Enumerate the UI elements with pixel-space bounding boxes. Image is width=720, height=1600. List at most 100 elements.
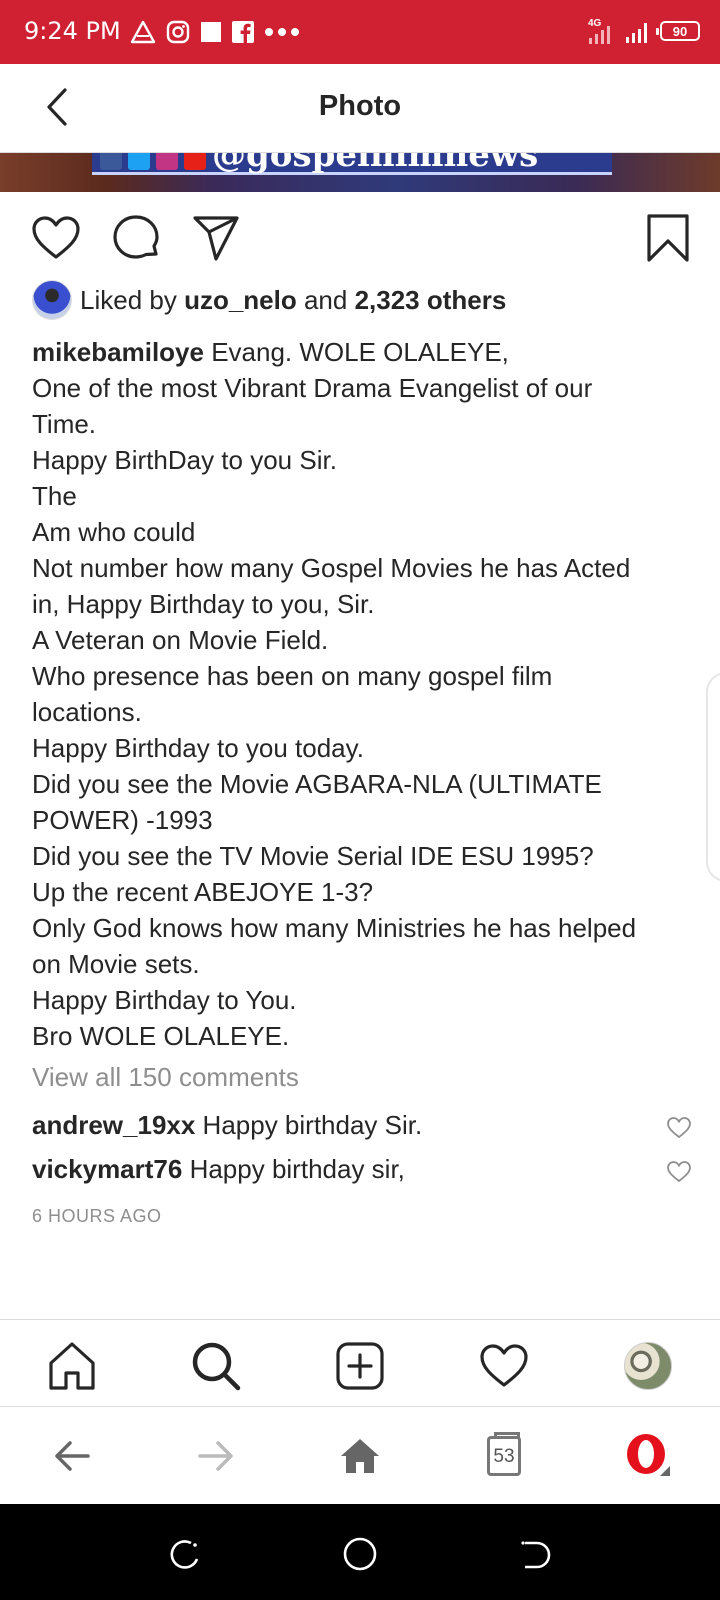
caption-text: Evang. WOLE OLALEYE, — [203, 337, 509, 367]
warning-icon — [130, 20, 156, 44]
post-caption: mikebamiloye Evang. WOLE OLALEYE, One of… — [32, 334, 692, 1054]
app-header: Photo — [0, 64, 720, 153]
browser-tabs-button[interactable]: 53 — [480, 1432, 528, 1480]
notification-icons — [130, 16, 300, 48]
home-circle-icon — [343, 1537, 377, 1571]
comment-text: Happy birthday Sir. — [195, 1110, 423, 1140]
home-nav-button[interactable] — [340, 1534, 380, 1574]
caption-line: Only God knows how many Ministries he ha… — [32, 913, 637, 943]
caption-first-line: mikebamiloye Evang. WOLE OLALEYE, — [32, 334, 692, 370]
caption-line: Did you see the TV Movie Serial IDE ESU … — [32, 841, 594, 871]
post-action-bar — [0, 210, 720, 270]
comment-button[interactable] — [108, 210, 164, 266]
caption-line: Happy Birthday to you today. — [32, 733, 364, 763]
caption-line: Not number how many Gospel Movies he has… — [32, 553, 631, 583]
tab-activity[interactable] — [476, 1338, 532, 1394]
post-timestamp: 6 HOURS AGO — [32, 1206, 162, 1226]
caption-line: Did you see the Movie AGBARA-NLA (ULTIMA… — [32, 769, 602, 799]
caption-line: on Movie sets. — [32, 949, 200, 979]
svg-text:4G: 4G — [588, 18, 602, 29]
status-bar: 9:24 PM 4G 90 — [0, 0, 720, 64]
comment-username[interactable]: andrew_19xx — [32, 1110, 195, 1140]
home-filled-icon — [341, 1439, 379, 1473]
tab-new-post[interactable] — [332, 1338, 388, 1394]
tab-search[interactable] — [188, 1338, 244, 1394]
browser-home-button[interactable] — [336, 1432, 384, 1480]
browser-back-button[interactable] — [48, 1432, 96, 1480]
heart-outline-icon — [667, 1117, 691, 1139]
likes-prefix: Liked by — [80, 284, 185, 315]
view-all-comments-link[interactable]: View all 150 comments — [32, 1062, 299, 1093]
back-nav-button[interactable] — [514, 1534, 554, 1574]
tab-home[interactable] — [44, 1338, 100, 1394]
comment-icon — [113, 215, 159, 259]
page-title: Photo — [318, 90, 402, 122]
comment-like-button[interactable] — [666, 1157, 692, 1183]
signal-bars-icon — [624, 17, 652, 45]
likes-middle: and — [296, 284, 355, 315]
caption-line: in, Happy Birthday to you, Sir. — [32, 589, 375, 619]
save-button[interactable] — [640, 210, 696, 266]
facebook-logo-icon — [100, 153, 122, 170]
caption-line: locations. — [32, 697, 142, 727]
bookmark-icon — [647, 214, 689, 262]
edge-panel-handle[interactable] — [706, 672, 720, 882]
bottom-tab-bar — [0, 1319, 720, 1407]
browser-toolbar: 53 — [0, 1408, 720, 1504]
share-button[interactable] — [188, 210, 244, 266]
post-photo[interactable]: @gospelfilmnews — [0, 153, 720, 192]
activity-heart-icon — [480, 1344, 528, 1387]
opera-menu-button[interactable] — [624, 1432, 672, 1480]
caption-line: Time. — [32, 409, 97, 439]
facebook-icon — [232, 21, 254, 43]
likes-count[interactable]: 2,323 others — [355, 285, 507, 315]
caption-line: Am who could — [32, 517, 196, 547]
photo-banner-text: @gospelfilmnews — [212, 153, 539, 175]
caption-line: One of the most Vibrant Drama Evangelist… — [32, 373, 593, 403]
photo-watermark-banner: @gospelfilmnews — [92, 153, 612, 175]
tab-count-badge: 53 — [487, 1432, 521, 1476]
browser-forward-button[interactable] — [192, 1432, 240, 1480]
comment-like-button[interactable] — [666, 1113, 692, 1139]
system-nav-bar — [0, 1504, 720, 1600]
battery-level: 90 — [672, 23, 688, 39]
signal-4g-icon: 4G — [586, 16, 616, 46]
caption-line: POWER) -1993 — [32, 805, 213, 835]
back-nav-icon — [521, 1541, 551, 1569]
tab-profile[interactable] — [620, 1338, 676, 1394]
system-status-icons: 4G 90 — [586, 14, 700, 48]
comment-username[interactable]: vickymart76 — [32, 1154, 182, 1184]
instagram-logo-icon — [156, 153, 178, 170]
instagram-icon — [166, 20, 190, 44]
recent-apps-button[interactable] — [166, 1534, 206, 1574]
twitter-logo-icon — [128, 153, 150, 170]
profile-avatar — [624, 1342, 672, 1390]
caption-line: Who presence has been on many gospel fil… — [32, 661, 553, 691]
caption-line: Bro WOLE OLALEYE. — [32, 1021, 290, 1051]
likes-text: Liked by uzo_nelo and 2,323 others — [80, 285, 506, 316]
new-post-icon — [336, 1342, 384, 1390]
search-icon — [192, 1342, 241, 1391]
home-icon — [49, 1342, 95, 1390]
caption-line: Up the recent ABEJOYE 1-3? — [32, 877, 374, 907]
status-time: 9:24 PM — [24, 17, 121, 45]
caption-username[interactable]: mikebamiloye — [32, 337, 204, 367]
liker-username[interactable]: uzo_nelo — [184, 285, 297, 315]
square-app-icon — [200, 21, 222, 43]
comment-row[interactable]: vickymart76 Happy birthday sir, — [32, 1151, 692, 1187]
likes-row[interactable]: Liked by uzo_nelo and 2,323 others — [32, 278, 506, 322]
arrow-left-icon — [55, 1441, 90, 1471]
caption-line: The — [32, 481, 77, 511]
caption-line: Happy Birthday to You. — [32, 985, 297, 1015]
more-notifications-icon — [264, 27, 300, 37]
heart-icon — [32, 216, 80, 259]
caption-line: Happy BirthDay to you Sir. — [32, 445, 337, 475]
opera-logo-icon — [627, 1434, 670, 1476]
battery-icon: 90 — [656, 21, 700, 41]
arrow-right-icon — [198, 1441, 233, 1471]
recents-icon — [170, 1540, 199, 1569]
send-icon — [193, 216, 239, 261]
like-button[interactable] — [28, 210, 84, 266]
comment-row[interactable]: andrew_19xx Happy birthday Sir. — [32, 1107, 692, 1143]
caption-line: A Veteran on Movie Field. — [32, 625, 329, 655]
